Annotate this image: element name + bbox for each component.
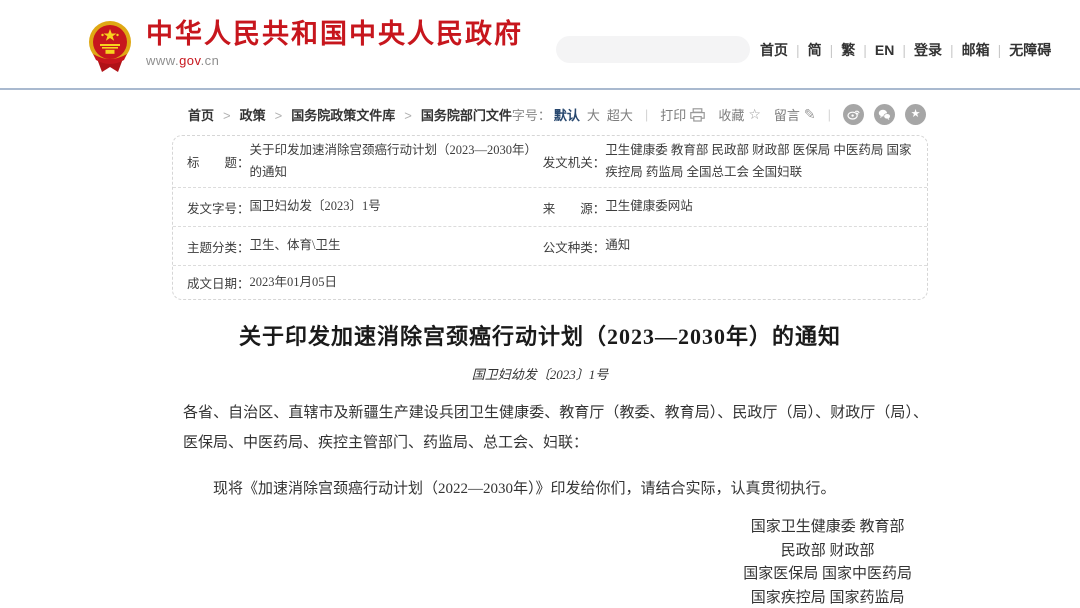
breadcrumb-home[interactable]: 首页 (188, 108, 214, 123)
meta-title-cell: 标 题： 关于印发加速消除宫颈癌行动计划（2023—2030年）的通知 (187, 140, 543, 184)
signature-block: 国家卫生健康委 教育部 民政部 财政部 国家医保局 国家中医药局 国家疾控局 国… (743, 516, 912, 608)
signature-line: 民政部 财政部 (743, 540, 912, 564)
nav-separator: | (950, 42, 954, 58)
nav-simplified[interactable]: 简 (808, 42, 822, 58)
favorite-button[interactable]: 收藏 ☆ (718, 105, 761, 124)
top-nav: 首页 | 简 | 繁 | EN | 登录 | 邮箱 | 无障碍 (760, 40, 1051, 60)
signature-line: 国家疾控局 国家药监局 (743, 587, 912, 608)
favorite-label: 收藏 (718, 105, 744, 124)
page-tools: 字号： 默认 大 超大 | 打印 收藏 ☆ 留言 ✎ | (512, 104, 926, 125)
share-buttons: ★ (843, 104, 926, 125)
brand-text: 中华人民共和国中央人民政府 www.gov.cn (146, 20, 523, 69)
breadcrumb: 首页 > 政策 > 国务院政策文件库 > 国务院部门文件 (160, 105, 512, 124)
page: 中华人民共和国中央人民政府 www.gov.cn 首页 | 简 | 繁 | EN | 登录 | 邮箱… (0, 0, 1080, 608)
meta-source-label: 来 源： (543, 198, 606, 217)
meta-title-label: 标 题： (187, 152, 250, 171)
document-meta-table: 标 题： 关于印发加速消除宫颈癌行动计划（2023—2030年）的通知 发文机关… (172, 135, 928, 300)
font-size-label: 字号： (512, 105, 551, 124)
breadcrumb-policy-library[interactable]: 国务院政策文件库 (291, 108, 395, 123)
meta-doc-number-cell: 发文字号： 国卫妇幼发〔2023〕1号 (187, 196, 543, 218)
nav-mail[interactable]: 邮箱 (962, 42, 990, 58)
nav-english[interactable]: EN (875, 42, 894, 58)
site-url-www: www. (146, 53, 179, 68)
site-url-gov: gov (179, 53, 201, 68)
meta-doc-type-cell: 公文种类： 通知 (543, 235, 913, 257)
nav-separator: | (830, 42, 834, 58)
meta-source-cell: 来 源： 卫生健康委网站 (543, 196, 913, 218)
meta-row: 成文日期： 2023年01月05日 (173, 266, 927, 299)
signature-line: 国家医保局 国家中医药局 (743, 563, 912, 587)
star-icon[interactable]: ★ (905, 104, 926, 125)
meta-doc-number-label: 发文字号： (187, 198, 250, 217)
meta-date-cell: 成文日期： 2023年01月05日 (187, 272, 543, 294)
font-size-large[interactable]: 大 (587, 105, 600, 124)
signature-line: 国家卫生健康委 教育部 (743, 516, 912, 540)
meta-date-value: 2023年01月05日 (250, 272, 338, 294)
document-body: 各省、自治区、直辖市及新疆生产建设兵团卫生健康委、教育厅（教委、教育局）、民政厅… (183, 398, 928, 608)
breadcrumb-policy[interactable]: 政策 (240, 108, 266, 123)
weibo-icon[interactable] (843, 104, 864, 125)
site-url-cn: .cn (201, 53, 220, 68)
meta-doc-number-value: 国卫妇幼发〔2023〕1号 (250, 196, 381, 218)
breadcrumb-department-docs[interactable]: 国务院部门文件 (421, 108, 512, 123)
tools-divider: | (645, 107, 648, 122)
meta-category-label: 主题分类： (187, 237, 250, 256)
meta-row: 主题分类： 卫生、体育\卫生 公文种类： 通知 (173, 227, 927, 266)
nav-traditional[interactable]: 繁 (841, 42, 855, 58)
site-logo-link[interactable]: 中华人民共和国中央人民政府 www.gov.cn (88, 14, 523, 74)
meta-doc-type-value: 通知 (605, 235, 630, 257)
meta-issuing-agency-label: 发文机关： (543, 152, 606, 171)
document: 关于印发加速消除宫颈癌行动计划（2023—2030年）的通知 国卫妇幼发〔202… (0, 319, 1080, 608)
breadcrumb-separator: > (404, 108, 412, 123)
nav-separator: | (998, 42, 1002, 58)
printer-icon (690, 108, 705, 122)
meta-issuing-agency-cell: 发文机关： 卫生健康委 教育部 民政部 财政部 医保局 中医药局 国家疾控局 药… (543, 140, 913, 184)
tools-divider: | (828, 107, 831, 122)
nav-separator: | (902, 42, 906, 58)
meta-category-value: 卫生、体育\卫生 (250, 235, 341, 257)
toolbar-row: 首页>政策>国务院政策文件库>国务院部门文件 字号： 默认 大 超大 | 打印 … (160, 104, 920, 125)
meta-category-cell: 主题分类： 卫生、体育\卫生 (187, 235, 543, 257)
pencil-icon: ✎ (804, 106, 816, 123)
print-button[interactable]: 打印 (660, 105, 705, 124)
breadcrumb-separator: > (223, 108, 231, 123)
document-number: 国卫妇幼发〔2023〕1号 (0, 364, 1080, 383)
nav-separator: | (863, 42, 867, 58)
search-box[interactable] (556, 36, 750, 63)
site-url[interactable]: www.gov.cn (146, 53, 523, 68)
nav-separator: | (796, 42, 800, 58)
meta-title-value: 关于印发加速消除宫颈癌行动计划（2023—2030年）的通知 (250, 140, 533, 184)
document-title: 关于印发加速消除宫颈癌行动计划（2023—2030年）的通知 (0, 319, 1080, 351)
search-input[interactable] (556, 42, 752, 57)
meta-row: 标 题： 关于印发加速消除宫颈癌行动计划（2023—2030年）的通知 发文机关… (173, 136, 927, 188)
nav-login[interactable]: 登录 (914, 42, 942, 58)
font-size-default[interactable]: 默认 (554, 105, 580, 124)
site-title: 中华人民共和国中央人民政府 (146, 20, 523, 50)
font-size-xlarge[interactable]: 超大 (607, 105, 633, 124)
meta-row: 发文字号： 国卫妇幼发〔2023〕1号 来 源： 卫生健康委网站 (173, 188, 927, 227)
meta-doc-type-label: 公文种类： (543, 237, 606, 256)
national-emblem-icon (88, 20, 132, 74)
meta-issuing-agency-value: 卫生健康委 教育部 民政部 财政部 医保局 中医药局 国家疾控局 药监局 全国总… (605, 140, 913, 184)
comment-button[interactable]: 留言 ✎ (774, 105, 816, 124)
meta-source-value: 卫生健康委网站 (605, 196, 693, 218)
star-outline-icon: ☆ (748, 106, 761, 123)
nav-accessibility[interactable]: 无障碍 (1009, 42, 1051, 58)
print-label: 打印 (660, 105, 686, 124)
document-paragraph: 各省、自治区、直辖市及新疆生产建设兵团卫生健康委、教育厅（教委、教育局）、民政厅… (183, 398, 928, 458)
comment-label: 留言 (774, 105, 800, 124)
nav-home[interactable]: 首页 (760, 42, 788, 58)
meta-date-label: 成文日期： (187, 273, 250, 292)
site-header: 中华人民共和国中央人民政府 www.gov.cn 首页 | 简 | 繁 | EN | 登录 | 邮箱… (0, 0, 1080, 90)
wechat-icon[interactable] (874, 104, 895, 125)
breadcrumb-separator: > (275, 108, 283, 123)
document-paragraph: 现将《加速消除宫颈癌行动计划（2022—2030年）》印发给你们，请结合实际，认… (183, 474, 928, 504)
